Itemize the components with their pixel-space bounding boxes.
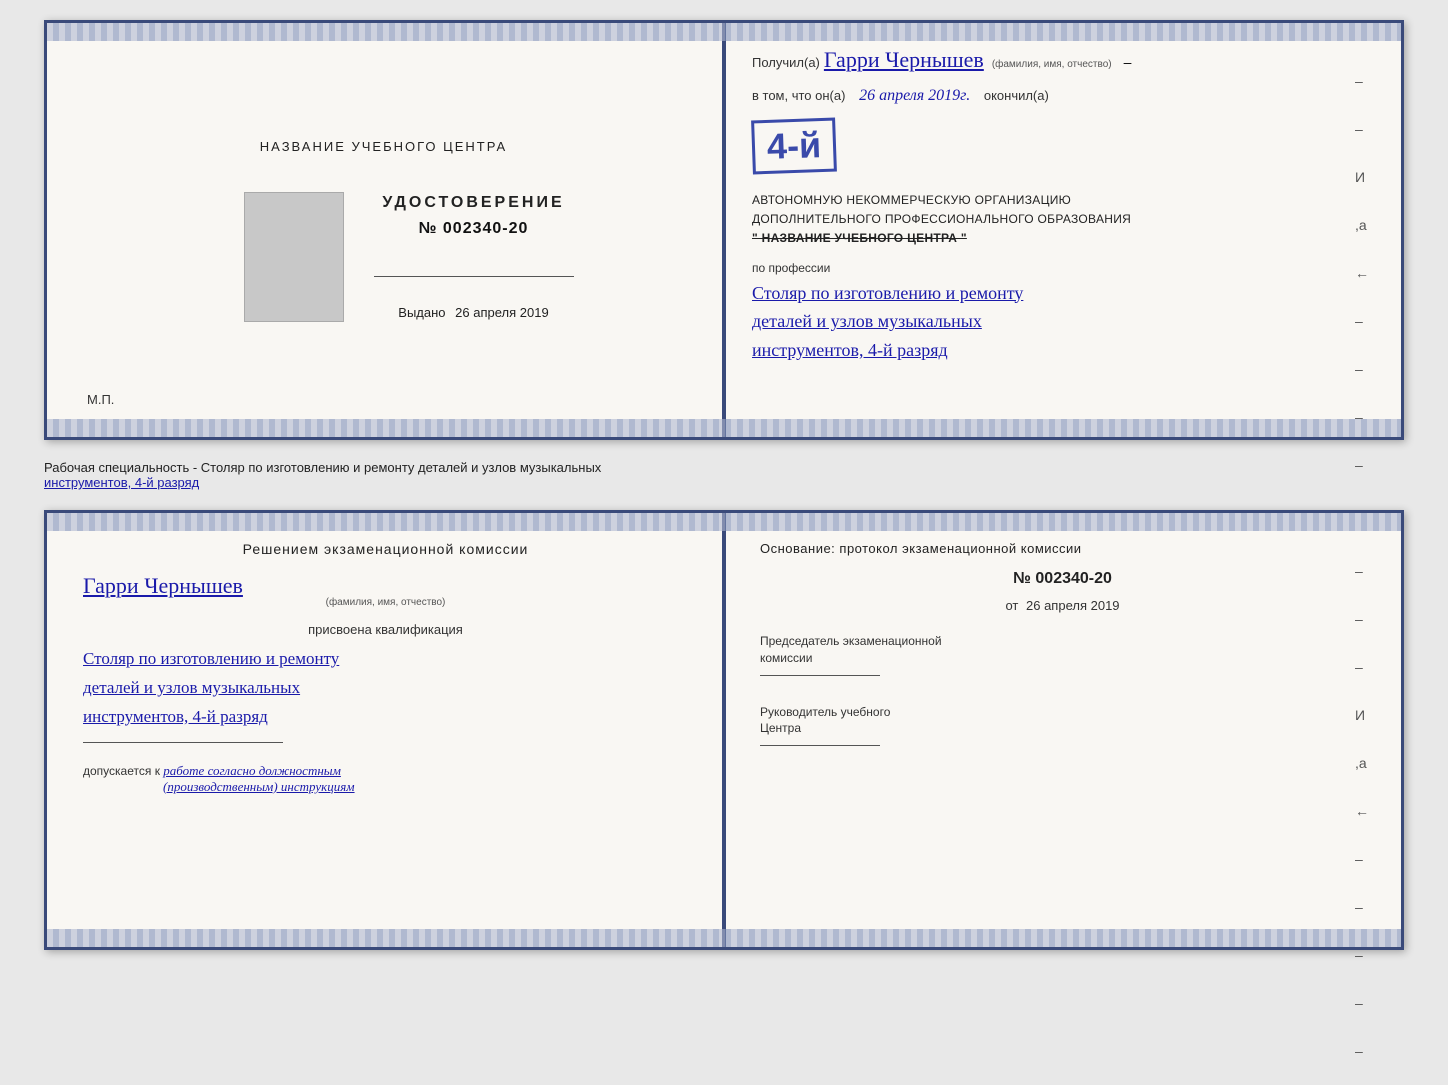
top-left-page: НАЗВАНИЕ УЧЕБНОГО ЦЕНТРА УДОСТОВЕРЕНИЕ №… [47, 23, 720, 437]
dopuskaetsya-text1: работе согласно должностным [163, 763, 341, 778]
v-tom-block: в том, что он(а) 26 апреля 2019г. окончи… [752, 87, 1369, 105]
qual-line3: инструментов, 4-й разряд [83, 703, 688, 732]
cert-number-value: 002340-20 [443, 220, 529, 237]
photo-placeholder [244, 192, 344, 322]
qualification-block: Столяр по изготовлению и ремонту деталей… [83, 645, 688, 732]
bottom-border-decoration [47, 419, 1401, 437]
predsedatel-block: Председатель экзаменационной комиссии [760, 633, 1365, 676]
qual-line2: деталей и узлов музыкальных [83, 674, 688, 703]
predsedatel-label: Председатель экзаменационной [760, 633, 1365, 650]
rukovoditel-label: Руководитель учебного [760, 704, 1365, 721]
ot-label: от [1005, 598, 1018, 613]
fio-sublabel-top: (фамилия, имя, отчество) [992, 59, 1112, 70]
number-label: № [1013, 570, 1031, 587]
vydano-date: 26 апреля 2019 [455, 305, 549, 320]
cert-number-symbol: № [419, 220, 438, 237]
org-line1: АВТОНОМНУЮ НЕКОММЕРЧЕСКУЮ ОРГАНИЗАЦИЮ [752, 191, 1369, 210]
bottom-top-border [47, 513, 1401, 531]
osnovanie-title: Основание: протокол экзаменационной коми… [760, 541, 1365, 556]
qual-separator [83, 742, 283, 743]
komissii-label: комиссии [760, 650, 1365, 667]
prisvoena-text: присвоена квалификация [83, 622, 688, 637]
predsedatel-sign-line [760, 675, 880, 676]
centra-label: Центра [760, 720, 1365, 737]
person-name-block: Гарри Чернышев (фамилия, имя, отчество) [83, 573, 688, 608]
org-block: АВТОНОМНУЮ НЕКОММЕРЧЕСКУЮ ОРГАНИЗАЦИЮ ДО… [752, 191, 1369, 249]
ot-date: 26 апреля 2019 [1026, 598, 1120, 613]
qual-line1: Столяр по изготовлению и ремонту [83, 645, 688, 674]
stamp-number: 4-й [766, 127, 821, 165]
recipient-name: Гарри Чернышев [824, 47, 984, 72]
dopuskaetsya-text2: (производственным) инструкциям [163, 779, 355, 794]
profession-block: Столяр по изготовлению и ремонту деталей… [752, 279, 1369, 365]
mp-label: М.П. [87, 392, 114, 407]
person-name-handwritten: Гарри Чернышев [83, 573, 688, 599]
profession-line3: инструментов, 4-й разряд [752, 336, 1369, 365]
okonchil-label: окончил(а) [984, 88, 1049, 103]
subtitle-bar: Рабочая специальность - Столяр по изгото… [44, 456, 1404, 494]
right-side-dashes: – – И ,а ← – – – – [1355, 73, 1369, 473]
bottom-bottom-border [47, 929, 1401, 947]
profession-line1: Столяр по изготовлению и ремонту [752, 279, 1369, 308]
bottom-document-spread: Решением экзаменационной комиссии Гарри … [44, 510, 1404, 950]
top-document-spread: НАЗВАНИЕ УЧЕБНОГО ЦЕНТРА УДОСТОВЕРЕНИЕ №… [44, 20, 1404, 440]
bottom-left-page: Решением экзаменационной комиссии Гарри … [47, 513, 724, 947]
dopuskaetsya-block: допускается к работе согласно должностны… [83, 763, 688, 795]
stamp-block: 4-й [752, 113, 1369, 183]
profession-line2: деталей и узлов музыкальных [752, 307, 1369, 336]
right-dashes-bottom: – – – И ,а ← – – – – – [1355, 563, 1369, 1059]
poluchil-label: Получил(а) [752, 55, 820, 70]
top-border-decoration [47, 23, 1401, 41]
rukovoditel-sign-line [760, 745, 880, 746]
org-line2: ДОПОЛНИТЕЛЬНОГО ПРОФЕССИОНАЛЬНОГО ОБРАЗО… [752, 210, 1369, 229]
stamp: 4-й [751, 118, 837, 175]
vydano-line: Выдано 26 апреля 2019 [398, 305, 548, 320]
cert-center-block: УДОСТОВЕРЕНИЕ № 002340-20 Выдано 26 апре… [374, 194, 574, 320]
ot-line: от 26 апреля 2019 [760, 598, 1365, 613]
separator-line [374, 276, 574, 277]
bottom-right-page: Основание: протокол экзаменационной коми… [724, 513, 1401, 947]
top-right-page: Получил(а) Гарри Чернышев (фамилия, имя,… [720, 23, 1401, 437]
po-professii-label: по профессии [752, 261, 1369, 275]
cert-type-label: УДОСТОВЕРЕНИЕ [382, 194, 564, 212]
number-value: 002340-20 [1035, 570, 1112, 587]
v-tom-date: 26 апреля 2019г. [859, 87, 970, 104]
dopuskaetsya-label: допускается к [83, 764, 160, 778]
subtitle-text-before: Рабочая специальность - Столяр по изгото… [44, 460, 601, 475]
rukovoditel-block: Руководитель учебного Центра [760, 704, 1365, 747]
vydano-label: Выдано [398, 305, 445, 320]
cert-number: № 002340-20 [419, 220, 529, 238]
institution-label: НАЗВАНИЕ УЧЕБНОГО ЦЕНТРА [260, 139, 507, 154]
recipient-block: Получил(а) Гарри Чернышев (фамилия, имя,… [752, 47, 1369, 73]
protocol-number: № 002340-20 [760, 570, 1365, 588]
v-tom-label: в том, что он(а) [752, 88, 845, 103]
org-line3: " НАЗВАНИЕ УЧЕБНОГО ЦЕНТРА " [752, 229, 1369, 248]
subtitle-text-underlined: инструментов, 4-й разряд [44, 475, 199, 490]
resheniem-title: Решением экзаменационной комиссии [83, 541, 688, 557]
